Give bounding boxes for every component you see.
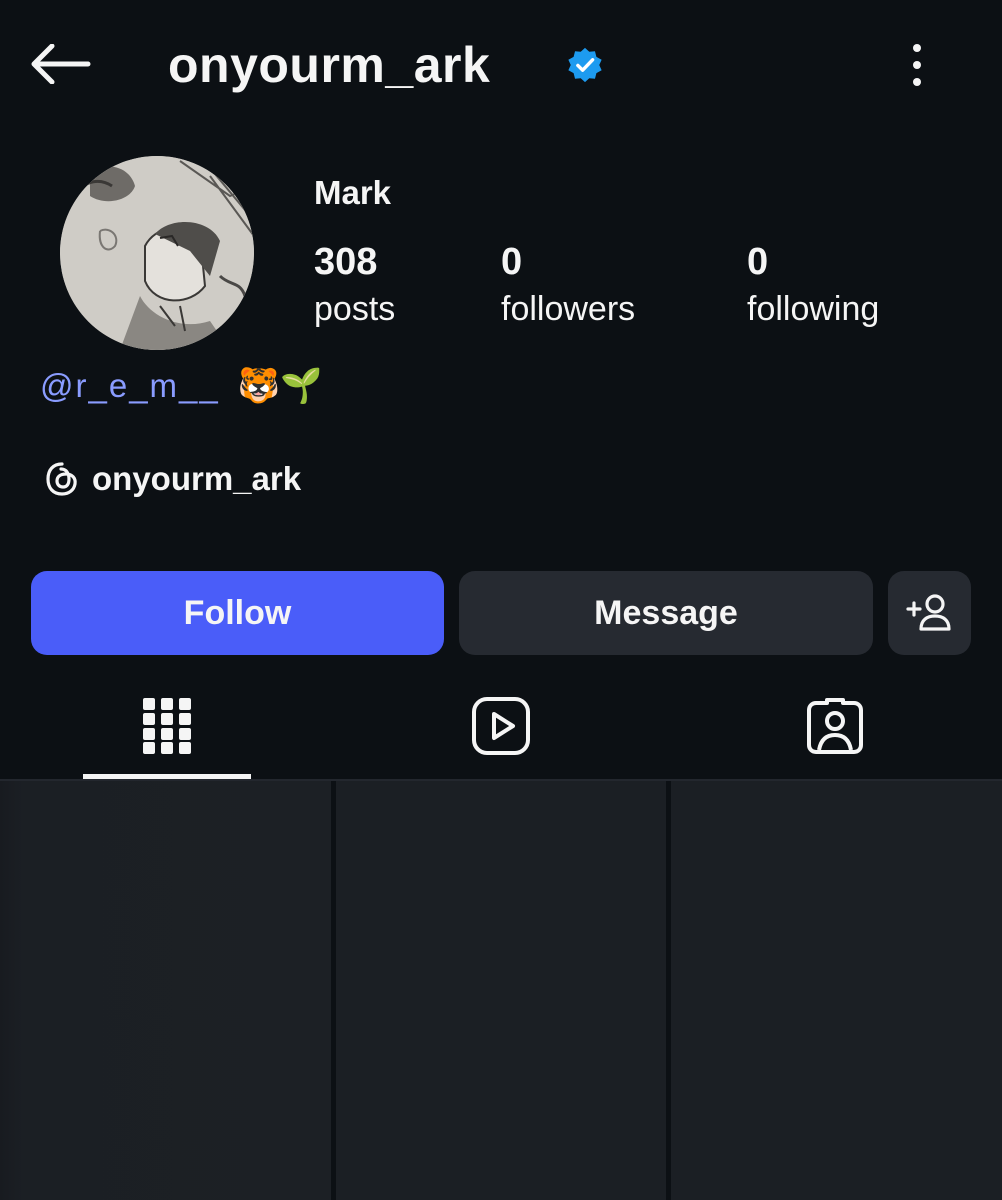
tab-reels[interactable]: [334, 672, 668, 780]
posts-grid: [0, 781, 1002, 1200]
profile-avatar[interactable]: [60, 156, 254, 350]
tagged-user-icon: [807, 698, 863, 754]
posts-stat[interactable]: 308 posts: [314, 240, 395, 334]
posts-label: posts: [314, 290, 396, 328]
reels-icon: [472, 697, 530, 755]
suggested-users-button[interactable]: [888, 571, 971, 655]
threads-logo-icon: [46, 462, 77, 496]
back-arrow-icon: [31, 44, 91, 84]
tab-tagged[interactable]: [668, 672, 1002, 780]
threads-handle: onyourm_ark: [92, 460, 302, 497]
tab-posts-grid[interactable]: [0, 672, 334, 780]
post-thumbnail[interactable]: [0, 781, 331, 1200]
following-count: 0: [747, 241, 769, 283]
add-person-icon: [905, 594, 951, 631]
post-thumbnail[interactable]: [336, 781, 666, 1200]
profile-tabs: [0, 672, 1002, 780]
post-thumbnail[interactable]: [671, 781, 1002, 1200]
threads-profile-link[interactable]: onyourm_ark: [44, 460, 301, 498]
more-dot-icon: [913, 61, 921, 69]
following-label: following: [747, 290, 880, 328]
profile-page: onyourm_ark Mark 308 posts 0 followers 0…: [0, 0, 1002, 1200]
followers-count: 0: [501, 241, 523, 283]
profile-bio: @r_e_m__ 🐯🌱: [40, 366, 322, 406]
profile-username-title: onyourm_ark: [168, 37, 491, 93]
avatar-sketch-image: [60, 156, 254, 350]
followers-label: followers: [501, 290, 636, 328]
back-button[interactable]: [28, 36, 98, 92]
following-stat[interactable]: 0 following: [747, 240, 879, 334]
grid-icon: [143, 698, 191, 754]
posts-count: 308: [314, 241, 378, 283]
bio-emoji-text: 🐯🌱: [237, 367, 323, 405]
more-dot-icon: [913, 78, 921, 86]
more-options-button[interactable]: [896, 40, 938, 90]
follow-button[interactable]: Follow: [31, 571, 444, 655]
more-dot-icon: [913, 44, 921, 52]
verified-badge-icon: [568, 47, 602, 83]
message-button[interactable]: Message: [459, 571, 873, 655]
top-bar: onyourm_ark: [0, 0, 1002, 130]
profile-display-name: Mark: [314, 174, 392, 211]
bio-mention-link[interactable]: @r_e_m__: [40, 367, 220, 405]
followers-stat[interactable]: 0 followers: [501, 240, 635, 334]
